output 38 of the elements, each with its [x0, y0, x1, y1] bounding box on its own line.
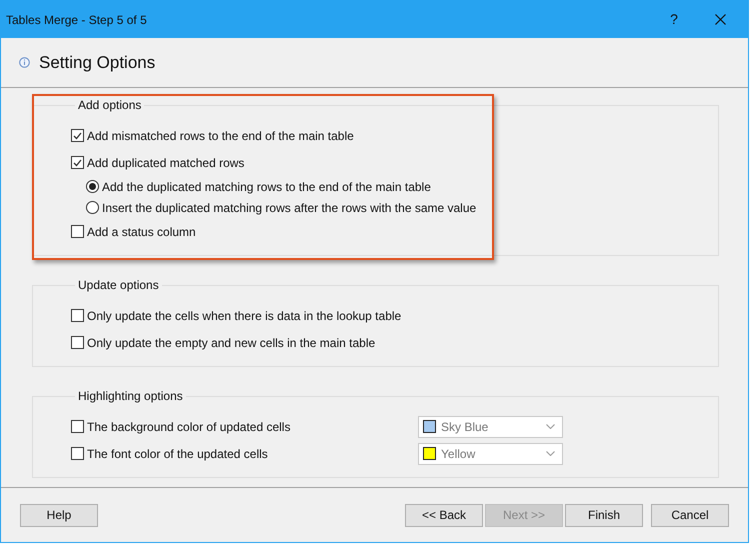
checkbox[interactable]	[71, 225, 84, 238]
dropdown-value: Sky Blue	[441, 418, 488, 436]
checkbox[interactable]	[71, 447, 84, 460]
checkbox[interactable]	[71, 156, 84, 169]
option-label: Add the duplicated matching rows to the end of the main table	[102, 178, 431, 196]
chevron-down-icon	[546, 424, 555, 429]
checkmark-icon	[73, 158, 82, 166]
dialog-button[interactable]: Help	[20, 504, 98, 526]
info-icon	[19, 57, 30, 68]
checkbox[interactable]	[71, 336, 84, 349]
group-title: Highlighting options	[77, 388, 184, 405]
option-label: The font color of the updated cells	[87, 446, 268, 462]
option-label: Add a status column	[87, 224, 196, 240]
window-title: Tables Merge - Step 5 of 5	[6, 12, 147, 28]
dialog-button[interactable]: << Back	[405, 504, 483, 526]
color-dropdown[interactable]: Yellow	[418, 442, 563, 464]
dropdown-value: Yellow	[441, 446, 476, 462]
dialog-button[interactable]: Cancel	[651, 504, 729, 526]
dialog-button[interactable]: Finish	[565, 504, 643, 526]
help-button[interactable]: ?	[651, 1, 697, 38]
option-label: Add duplicated matched rows	[87, 154, 244, 172]
option-label: Add mismatched rows to the end of the main table	[87, 128, 354, 144]
checkbox[interactable]	[71, 309, 84, 322]
checkbox[interactable]	[71, 129, 84, 142]
group-title: Update options	[77, 277, 160, 294]
option-label: Only update the cells when there is data in the lookup table	[87, 308, 402, 324]
option-label: Insert the duplicated matching rows after the rows with the same value	[102, 200, 476, 216]
page-heading: Setting Options	[39, 52, 156, 74]
close-icon	[714, 14, 726, 25]
chevron-down-icon	[546, 451, 555, 456]
option-label: Only update the empty and new cells in the main table	[87, 334, 376, 352]
group-title: Add options	[77, 97, 142, 114]
radio-button[interactable]	[86, 201, 99, 214]
option-label: The background color of updated cells	[87, 418, 290, 436]
radio-button[interactable]	[86, 180, 99, 193]
checkbox[interactable]	[71, 420, 84, 433]
checkmark-icon	[73, 132, 82, 140]
color-dropdown[interactable]: Sky Blue	[418, 416, 563, 438]
